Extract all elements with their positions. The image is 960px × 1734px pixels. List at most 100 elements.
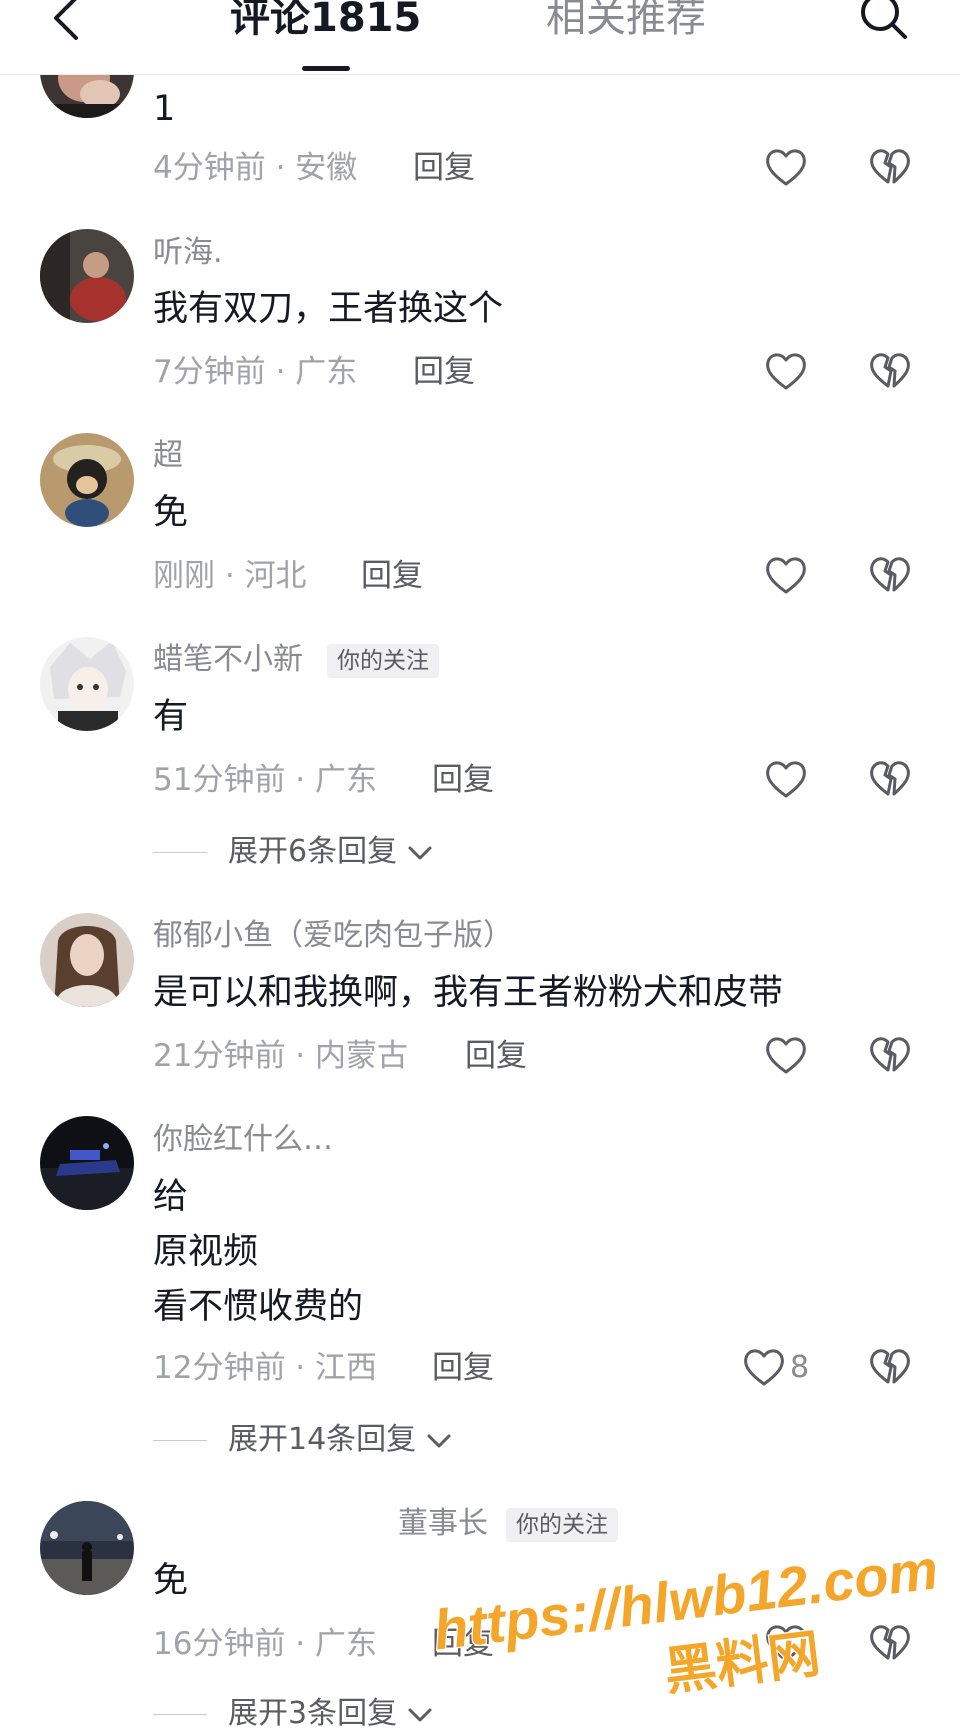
- comment-meta: 12分钟前 · 江西: [153, 1348, 377, 1388]
- comment-meta: 51分钟前 · 广东: [153, 760, 377, 800]
- comment-text-line: 免: [153, 1561, 189, 1601]
- chevron-down-icon: [408, 846, 432, 859]
- comment-username[interactable]: 你脸红什么…: [153, 1121, 333, 1159]
- broken-heart-icon: [870, 1037, 910, 1072]
- comment-region: 广东: [295, 354, 358, 390]
- expand-divider: [153, 1714, 207, 1715]
- comment-region: 广东: [315, 762, 378, 798]
- expand-replies-label: 展开6条回复: [228, 832, 433, 872]
- avatar[interactable]: [40, 1501, 134, 1595]
- avatar-image: [40, 1501, 134, 1595]
- avatar[interactable]: [40, 229, 134, 323]
- like-count: 8: [790, 1350, 810, 1385]
- comment-text-line: 是可以和我换啊，我有王者粉粉犬和皮带: [153, 973, 784, 1013]
- avatar-image: [40, 1116, 134, 1210]
- heart-icon: [744, 1349, 784, 1386]
- dislike-button[interactable]: [868, 1622, 912, 1664]
- reply-button[interactable]: 回复: [361, 556, 423, 596]
- comment-time: 4分钟前: [153, 150, 266, 186]
- broken-heart-icon: [870, 353, 910, 388]
- expand-replies-button[interactable]: 展开6条回复: [153, 832, 463, 872]
- back-button[interactable]: [48, 0, 88, 44]
- comment-username[interactable]: 董事长: [398, 1505, 488, 1543]
- search-icon: [861, 0, 907, 39]
- heart-icon: [766, 557, 806, 594]
- meta-separator: ·: [265, 150, 296, 186]
- reply-button[interactable]: 回复: [465, 1036, 527, 1076]
- reply-button[interactable]: 回复: [432, 1624, 494, 1664]
- heart-icon: [766, 761, 806, 798]
- dislike-button[interactable]: [868, 1034, 912, 1076]
- comment-username[interactable]: 听海.: [153, 234, 223, 272]
- tab-related[interactable]: 相关推荐: [546, 0, 706, 44]
- avatar-image: [40, 433, 134, 527]
- reply-button[interactable]: 回复: [413, 352, 475, 392]
- watermark-url: https://hlwb12.com: [430, 1537, 941, 1661]
- comment-text: 是可以和我换啊，我有王者粉粉犬和皮带: [153, 966, 783, 1021]
- comment-text-line: 原视频: [153, 1232, 259, 1272]
- follow-tag: 你的关注: [506, 1508, 618, 1542]
- comment-text: 免: [153, 486, 188, 541]
- comment-time: 12分钟前: [153, 1350, 286, 1386]
- comment-time: 刚刚: [153, 558, 215, 594]
- comment-text: 有: [153, 690, 188, 745]
- comment-text: 1: [153, 82, 175, 137]
- avatar-image: [40, 229, 134, 323]
- comment-region: 河北: [244, 558, 307, 594]
- comment-text-line: 给: [153, 1177, 189, 1217]
- comment-text-line: 我有双刀，王者换这个: [153, 289, 504, 329]
- expand-replies-text: 展开14条回复: [228, 1422, 417, 1457]
- comment-text-line: 1: [153, 89, 176, 129]
- dislike-button[interactable]: [868, 758, 912, 800]
- expand-replies-text: 展开6条回复: [228, 834, 398, 869]
- meta-separator: ·: [285, 1350, 316, 1386]
- like-button[interactable]: [764, 554, 808, 596]
- heart-icon: [766, 1625, 806, 1662]
- meta-separator: ·: [285, 762, 316, 798]
- comment-username[interactable]: 蜡笔不小新: [153, 641, 303, 679]
- follow-tag: 你的关注: [327, 644, 439, 678]
- dislike-button[interactable]: [868, 1346, 912, 1388]
- like-button[interactable]: [764, 350, 808, 392]
- like-button[interactable]: [764, 1622, 808, 1664]
- avatar[interactable]: [40, 1116, 134, 1210]
- avatar[interactable]: [40, 913, 134, 1007]
- like-button[interactable]: [764, 758, 808, 800]
- tab-comments[interactable]: 评论1815: [230, 0, 421, 44]
- chevron-down-icon: [427, 1434, 451, 1447]
- expand-replies-button[interactable]: 展开3条回复: [153, 1694, 463, 1734]
- reply-button[interactable]: 回复: [413, 148, 475, 188]
- comment-region: 广东: [315, 1626, 378, 1662]
- like-button[interactable]: [742, 1346, 786, 1388]
- dislike-button[interactable]: [868, 146, 912, 188]
- like-button[interactable]: [764, 146, 808, 188]
- comment-time: 51分钟前: [153, 762, 286, 798]
- heart-icon: [766, 353, 806, 390]
- comment-meta: 4分钟前 · 安徽: [153, 148, 357, 188]
- comment-text-line: 有: [153, 697, 189, 737]
- chevron-left-icon: [54, 0, 78, 40]
- comment-time: 16分钟前: [153, 1626, 286, 1662]
- dislike-button[interactable]: [868, 350, 912, 392]
- comment-text: 给 原视频 看不惯收费的: [153, 1170, 363, 1335]
- expand-divider: [153, 852, 207, 853]
- reply-button[interactable]: 回复: [432, 1348, 494, 1388]
- comment-time: 7分钟前: [153, 354, 266, 390]
- search-button[interactable]: [858, 0, 910, 44]
- dislike-button[interactable]: [868, 554, 912, 596]
- reply-button[interactable]: 回复: [432, 760, 494, 800]
- comment-text-line: 看不惯收费的: [153, 1287, 364, 1327]
- comment-username[interactable]: 超: [153, 437, 183, 475]
- comment-meta: 刚刚 · 河北: [153, 556, 307, 596]
- avatar[interactable]: [40, 433, 134, 527]
- comment-text: 我有双刀，王者换这个: [153, 282, 503, 337]
- avatar[interactable]: [40, 637, 134, 731]
- broken-heart-icon: [870, 761, 910, 796]
- comment-region: 内蒙古: [315, 1038, 409, 1074]
- active-tab-indicator: [302, 66, 350, 71]
- meta-separator: ·: [285, 1038, 316, 1074]
- expand-replies-button[interactable]: 展开14条回复: [153, 1420, 483, 1460]
- comment-username[interactable]: 郁郁小鱼（爱吃肉包子版）: [153, 917, 513, 955]
- heart-icon: [766, 149, 806, 186]
- like-button[interactable]: [764, 1034, 808, 1076]
